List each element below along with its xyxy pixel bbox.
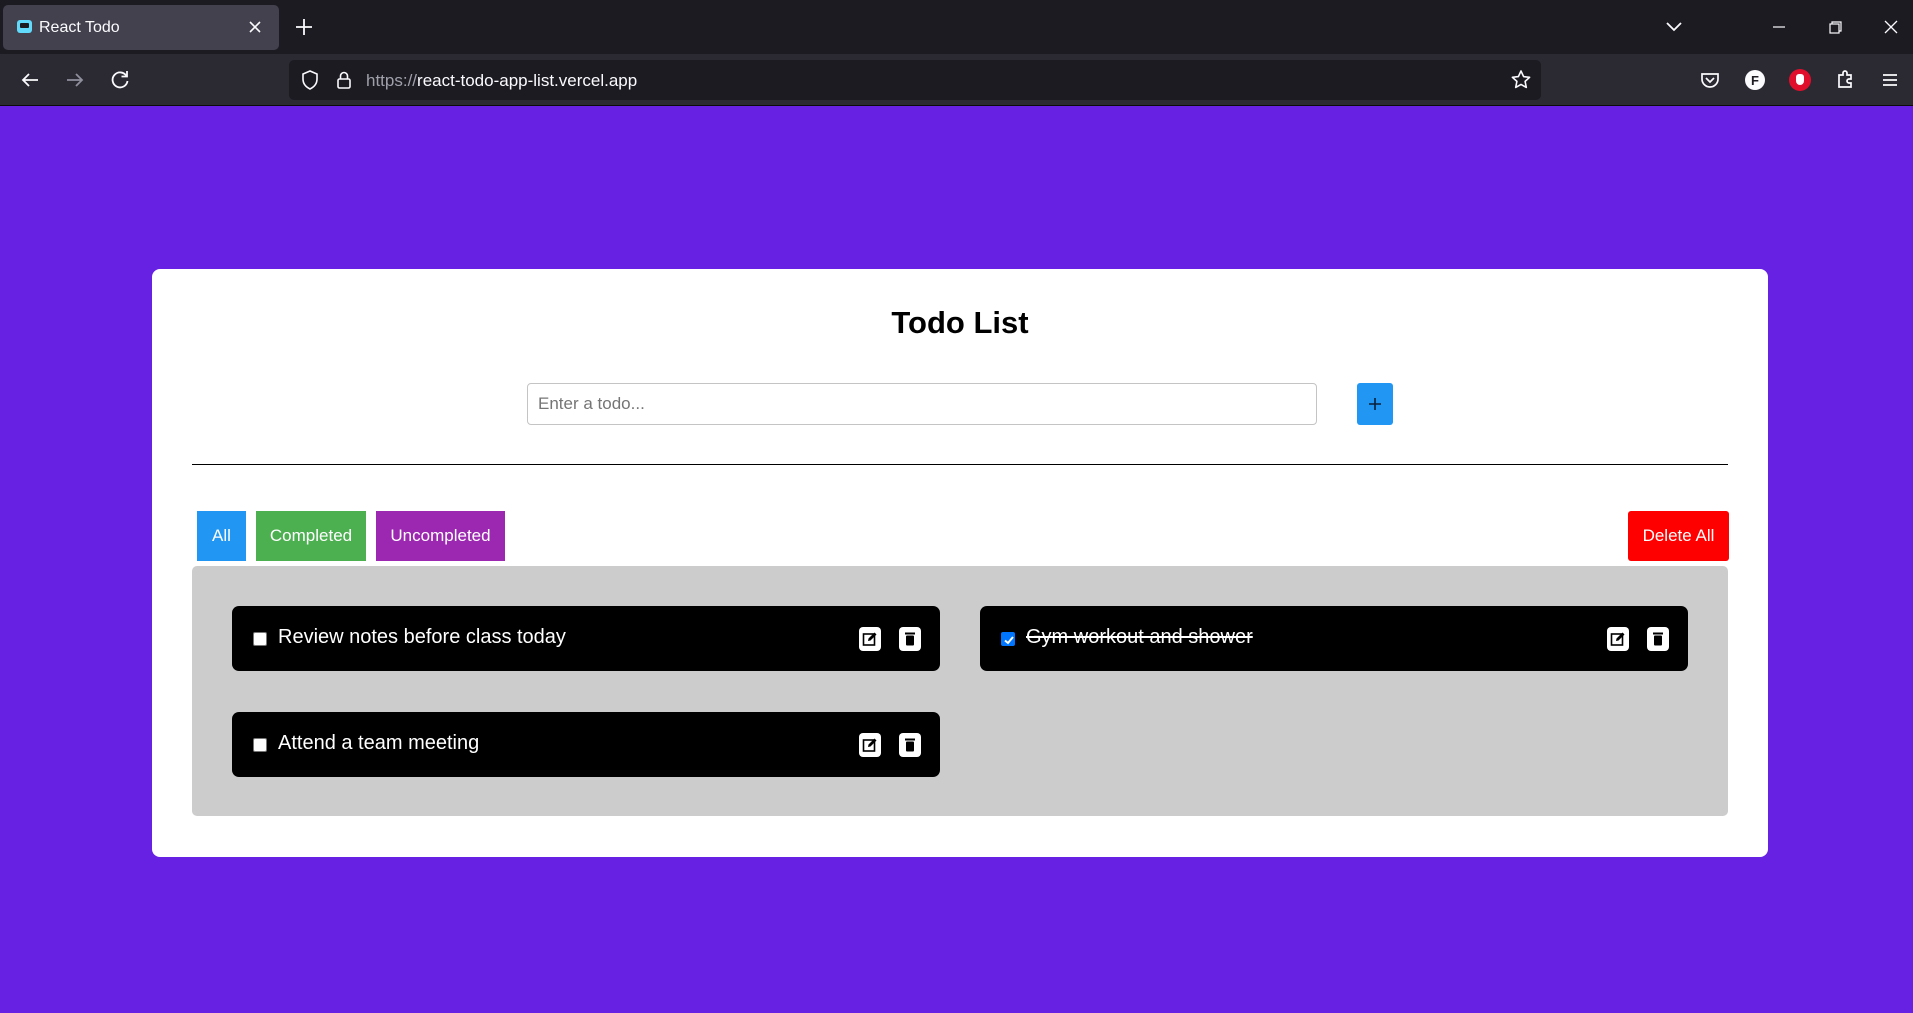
react-favicon-icon	[17, 20, 32, 33]
checkmark-icon	[1004, 636, 1014, 645]
new-tab-plus-icon[interactable]	[292, 15, 316, 39]
url-scheme: https://	[366, 71, 418, 90]
todo-item: Gym workout and shower	[980, 606, 1688, 671]
todo-app-card: Todo List All Completed Uncompleted Dele…	[152, 269, 1768, 857]
forward-arrow-icon[interactable]	[61, 66, 89, 94]
todo-list: Review notes before class today Gym work…	[192, 566, 1728, 816]
extensions-puzzle-icon[interactable]	[1831, 66, 1859, 94]
window-close-icon[interactable]	[1879, 16, 1903, 38]
filter-completed-button[interactable]: Completed	[256, 511, 366, 561]
browser-navigation-toolbar: https://react-todo-app-list.vercel.app F	[0, 54, 1913, 106]
plus-icon	[1369, 398, 1381, 410]
todo-item: Attend a team meeting	[232, 712, 940, 777]
todo-checkbox[interactable]	[253, 632, 267, 646]
delete-all-button[interactable]: Delete All	[1628, 511, 1729, 561]
trash-icon[interactable]	[899, 627, 921, 651]
window-minimize-icon[interactable]	[1767, 16, 1791, 38]
add-todo-button[interactable]	[1357, 383, 1393, 425]
back-arrow-icon[interactable]	[16, 66, 44, 94]
url-text[interactable]: https://react-todo-app-list.vercel.app	[366, 71, 637, 91]
extension-f-icon[interactable]: F	[1741, 66, 1769, 94]
trash-icon[interactable]	[899, 733, 921, 757]
list-all-tabs-chevron-down-icon[interactable]	[1662, 16, 1686, 38]
tab-title: React Todo	[39, 19, 120, 36]
bookmark-star-icon[interactable]	[1509, 68, 1533, 92]
browser-tab-strip: React Todo	[0, 0, 1913, 54]
todo-text: Attend a team meeting	[278, 732, 480, 754]
extension-f-label: F	[1745, 70, 1765, 90]
edit-icon[interactable]	[859, 627, 881, 651]
filter-all-button[interactable]: All	[197, 511, 246, 561]
filter-uncompleted-button[interactable]: Uncompleted	[376, 511, 505, 561]
todo-text: Review notes before class today	[278, 626, 566, 648]
hamburger-menu-icon[interactable]	[1876, 66, 1904, 94]
pocket-icon[interactable]	[1696, 66, 1724, 94]
reload-icon[interactable]	[106, 66, 134, 94]
todo-checkbox-checked[interactable]	[1001, 632, 1015, 646]
page-title: Todo List	[891, 305, 1029, 340]
todo-checkbox[interactable]	[253, 738, 267, 752]
trash-icon[interactable]	[1647, 627, 1669, 651]
lock-icon[interactable]	[333, 69, 355, 91]
browser-tab-react-todo[interactable]: React Todo	[3, 5, 279, 50]
edit-icon[interactable]	[859, 733, 881, 757]
extension-hand-stop-icon[interactable]	[1786, 66, 1814, 94]
todo-text: Gym workout and shower	[1026, 626, 1253, 648]
tracking-protection-shield-icon[interactable]	[299, 69, 321, 91]
window-restore-icon[interactable]	[1823, 16, 1847, 38]
todo-item: Review notes before class today	[232, 606, 940, 671]
close-tab-icon[interactable]	[245, 17, 265, 37]
todo-input[interactable]	[527, 383, 1317, 425]
address-bar[interactable]: https://react-todo-app-list.vercel.app	[289, 60, 1541, 100]
divider	[192, 464, 1728, 465]
edit-icon[interactable]	[1607, 627, 1629, 651]
url-host: react-todo-app-list.vercel.app	[417, 71, 638, 90]
